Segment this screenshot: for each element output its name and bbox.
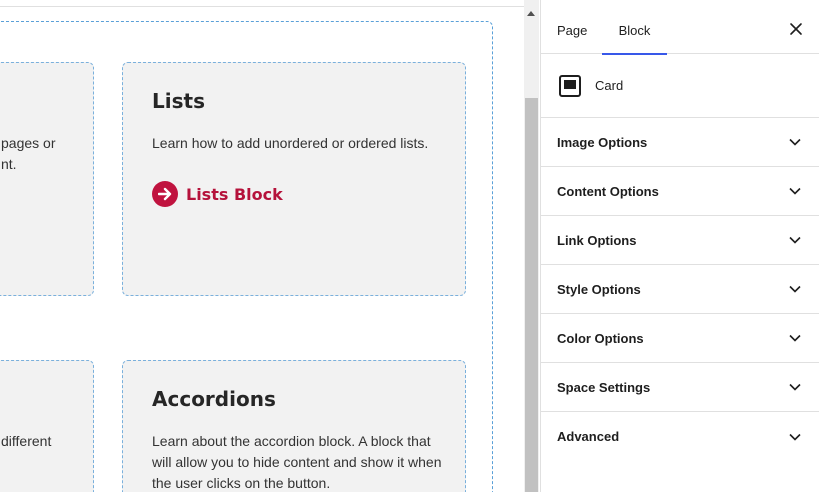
- close-icon[interactable]: [789, 22, 803, 36]
- panel-label: Color Options: [557, 330, 644, 346]
- panel-label: Content Options: [557, 183, 659, 199]
- panel-space-settings[interactable]: Space Settings: [541, 363, 819, 412]
- canvas-scrollbar[interactable]: [524, 0, 539, 492]
- card-text: Learn how to add unordered or ordered li…: [152, 135, 429, 151]
- panel-link-options[interactable]: Link Options: [541, 216, 819, 265]
- scrollbar-thumb[interactable]: [525, 98, 538, 492]
- panel-content-options[interactable]: Content Options: [541, 167, 819, 216]
- card-block-accordions[interactable]: Accordions Learn about the accordion blo…: [122, 360, 466, 492]
- panel-label: Advanced: [557, 429, 620, 444]
- card-block-lists[interactable]: Lists Learn how to add unordered or orde…: [122, 62, 466, 296]
- tab-block[interactable]: Block: [602, 0, 667, 55]
- block-name: Card: [595, 78, 624, 93]
- card-block-partial[interactable]: different: [0, 360, 94, 492]
- tab-page[interactable]: Page: [557, 0, 587, 54]
- panel-label: Link Options: [557, 232, 637, 248]
- panel-advanced[interactable]: Advanced: [541, 412, 819, 461]
- chevron-down-icon: [789, 334, 801, 342]
- panel-style-options[interactable]: Style Options: [541, 265, 819, 314]
- card-block-partial[interactable]: pages or nt.: [0, 62, 94, 296]
- card-block-icon: [559, 74, 581, 97]
- chevron-down-icon: [789, 236, 801, 244]
- block-card: Card: [541, 54, 819, 118]
- panel-label: Image Options: [557, 134, 648, 150]
- lists-block-link[interactable]: Lists Block: [152, 181, 283, 207]
- panel-label: Space Settings: [557, 379, 651, 395]
- chevron-down-icon: [789, 383, 801, 391]
- settings-sidebar: Page Block Card Image Options Content Op…: [540, 0, 819, 492]
- card-text: Learn about the accordion block. A block…: [152, 433, 442, 491]
- card-title: Accordions: [152, 387, 276, 411]
- chevron-down-icon: [789, 285, 801, 293]
- sidebar-tabs: Page Block: [541, 0, 819, 55]
- chevron-down-icon: [789, 433, 801, 441]
- panel-color-options[interactable]: Color Options: [541, 314, 819, 363]
- canvas-top-divider: [0, 6, 524, 7]
- scroll-up-arrow-icon[interactable]: [527, 11, 535, 16]
- arrow-right-circle-icon: [152, 181, 178, 207]
- chevron-down-icon: [789, 187, 801, 195]
- panel-label: Style Options: [557, 281, 641, 297]
- link-label: Lists Block: [186, 184, 283, 204]
- card-title: Lists: [152, 89, 205, 113]
- editor-canvas[interactable]: pages or nt. Lists Learn how to add unor…: [0, 0, 524, 492]
- chevron-down-icon: [789, 138, 801, 146]
- panel-image-options[interactable]: Image Options: [541, 118, 819, 167]
